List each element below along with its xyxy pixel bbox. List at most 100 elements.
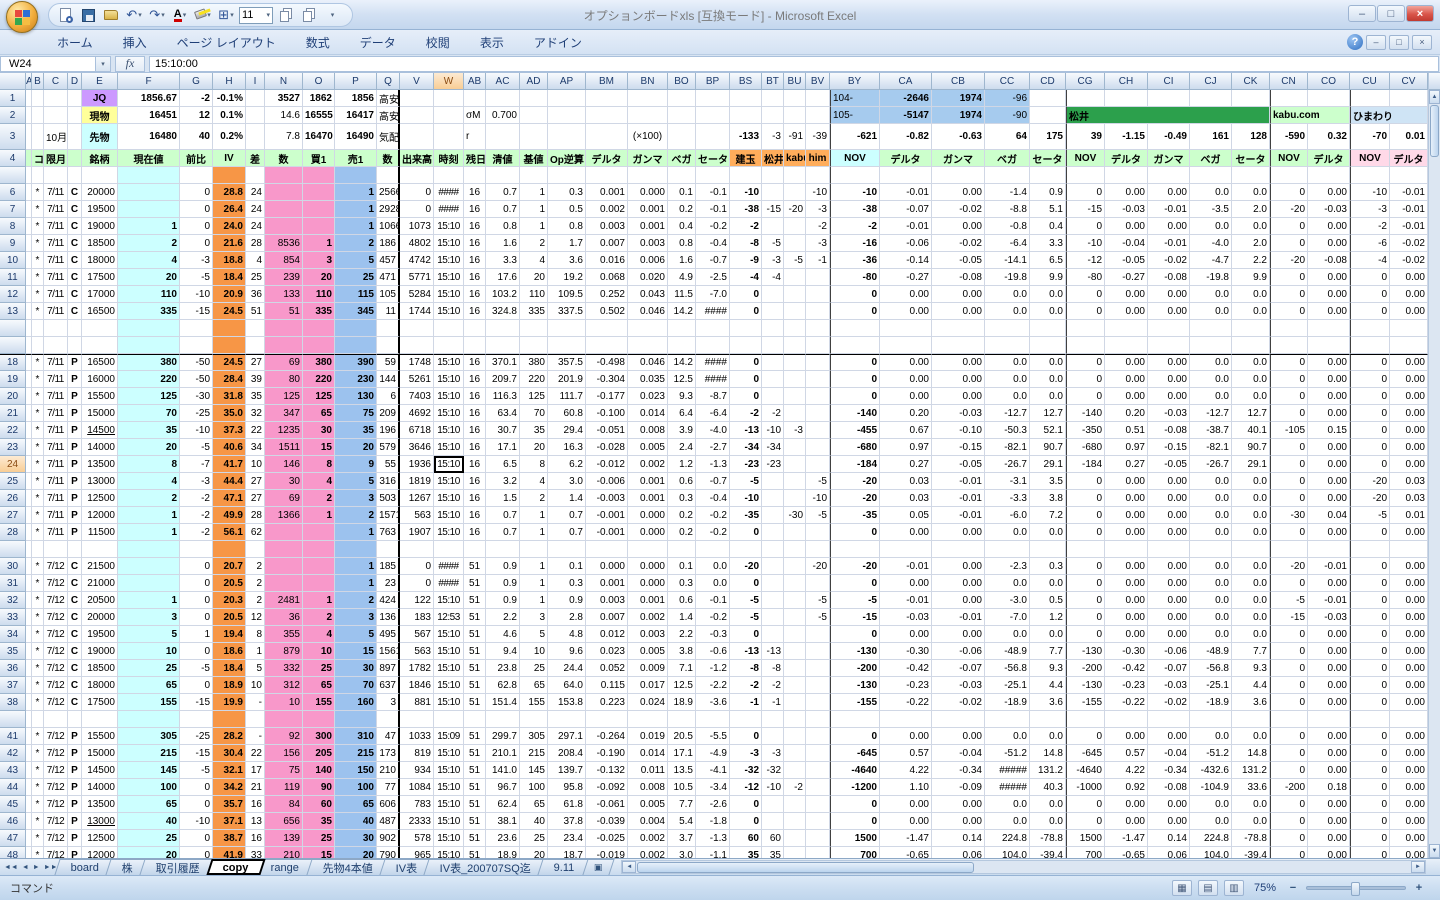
cell[interactable]: 0.006 <box>628 252 668 269</box>
cell[interactable]: 0 <box>1270 762 1308 779</box>
cell[interactable] <box>213 337 246 354</box>
cell[interactable] <box>1148 167 1190 184</box>
cell[interactable] <box>1270 541 1308 558</box>
cell[interactable] <box>486 337 520 354</box>
cell[interactable]: 12 <box>246 609 265 626</box>
cell[interactable]: 25 <box>118 830 180 847</box>
open-icon[interactable] <box>101 5 121 25</box>
cell[interactable]: 29.1 <box>1232 456 1270 473</box>
cell[interactable]: - <box>246 694 265 711</box>
cell[interactable]: 0 <box>1066 575 1105 592</box>
cell[interactable]: 210.1 <box>486 745 520 762</box>
cell[interactable]: -5 <box>784 252 806 269</box>
cell[interactable]: -10 <box>730 490 762 507</box>
cell[interactable]: 0.9 <box>548 592 586 609</box>
cell[interactable] <box>696 124 730 150</box>
cell[interactable]: 6.5 <box>486 456 520 473</box>
cell[interactable] <box>548 711 586 728</box>
cell[interactable]: 0.14 <box>932 830 985 847</box>
cell[interactable]: 103.2 <box>486 286 520 303</box>
cell[interactable]: 0.92 <box>1105 779 1148 796</box>
cell[interactable]: 0.00 <box>1308 235 1350 252</box>
cell[interactable] <box>668 541 696 558</box>
cell[interactable]: -4640 <box>1066 762 1105 779</box>
cell[interactable] <box>548 167 586 184</box>
row-header[interactable]: 12 <box>0 286 26 303</box>
cell[interactable]: -0.025 <box>586 830 628 847</box>
cell[interactable]: -0.27 <box>1105 269 1148 286</box>
column-header[interactable]: BV <box>806 73 830 90</box>
cell[interactable]: 300 <box>303 728 335 745</box>
cell[interactable]: 0.0 <box>1190 184 1232 201</box>
cell[interactable]: 0.00 <box>1308 490 1350 507</box>
cell[interactable]: 0.001 <box>628 592 668 609</box>
cell[interactable]: 16480 <box>118 124 180 150</box>
cell[interactable] <box>32 337 44 354</box>
cell[interactable]: 35 <box>246 388 265 405</box>
cell[interactable]: -25 <box>180 405 213 422</box>
cell[interactable]: 16 <box>464 422 486 439</box>
cell[interactable]: デルタ <box>1308 150 1350 167</box>
cell[interactable]: * <box>32 371 44 388</box>
cell[interactable]: 0.7 <box>548 524 586 541</box>
cell[interactable] <box>32 541 44 558</box>
cell[interactable] <box>806 167 830 184</box>
cell[interactable] <box>246 711 265 728</box>
cell[interactable]: 0.57 <box>1105 745 1148 762</box>
cell[interactable]: 1 <box>180 626 213 643</box>
cell[interactable]: -0.08 <box>932 269 985 286</box>
cell[interactable]: 37.8 <box>548 813 586 830</box>
cell[interactable]: C <box>68 660 82 677</box>
cell[interactable]: -4.1 <box>696 762 730 779</box>
cell[interactable]: 15 <box>335 643 377 660</box>
cell[interactable] <box>1390 90 1428 107</box>
cell[interactable]: 1 <box>335 558 377 575</box>
cell[interactable]: 0.000 <box>628 524 668 541</box>
cell[interactable]: 0.00 <box>1105 813 1148 830</box>
cell[interactable]: 0.00 <box>1105 473 1148 490</box>
cell[interactable]: 0 <box>1066 303 1105 320</box>
cell[interactable]: 4.22 <box>1105 762 1148 779</box>
cell[interactable]: 51 <box>464 830 486 847</box>
cell[interactable] <box>784 107 806 124</box>
cell[interactable]: 5284 <box>400 286 434 303</box>
cell[interactable]: デルタ <box>880 150 932 167</box>
cell[interactable]: 0.00 <box>1308 796 1350 813</box>
zoom-in-button[interactable]: + <box>1412 882 1426 894</box>
cell[interactable]: 51 <box>464 677 486 694</box>
cell[interactable]: 0.014 <box>628 405 668 422</box>
cell[interactable] <box>806 677 830 694</box>
cell[interactable] <box>784 813 806 830</box>
cell[interactable]: 47 <box>377 728 400 745</box>
cell[interactable] <box>586 90 628 107</box>
cell[interactable]: -0.49 <box>1148 124 1190 150</box>
cell[interactable]: 0.00 <box>1390 269 1428 286</box>
cell[interactable]: 70 <box>335 677 377 694</box>
cell[interactable]: 15:10 <box>434 388 464 405</box>
cell[interactable] <box>32 711 44 728</box>
cell[interactable]: 0.3 <box>668 490 696 507</box>
cell[interactable]: -0.7 <box>696 473 730 490</box>
cell[interactable]: 51 <box>464 694 486 711</box>
cell[interactable]: 0.00 <box>1390 388 1428 405</box>
cell[interactable]: 0 <box>830 354 880 371</box>
cell[interactable]: 3.5 <box>1030 473 1066 490</box>
cell[interactable] <box>377 337 400 354</box>
cell[interactable]: 0.0 <box>985 796 1030 813</box>
row-header[interactable]: 1 <box>0 90 26 107</box>
cell[interactable]: 104.0 <box>985 847 1030 858</box>
cell[interactable] <box>880 337 932 354</box>
ribbon-tab-5[interactable]: 校閲 <box>411 30 465 55</box>
cell[interactable] <box>1270 167 1308 184</box>
office-button[interactable] <box>6 1 38 33</box>
cell[interactable]: 8 <box>520 456 548 473</box>
zoom-slider-thumb[interactable] <box>1351 882 1360 896</box>
cell[interactable]: 2.4 <box>668 439 696 456</box>
cell[interactable]: 0.51 <box>1105 422 1148 439</box>
cell[interactable]: -20 <box>1270 252 1308 269</box>
cell[interactable]: 125 <box>265 388 303 405</box>
cell[interactable]: 0 <box>1270 235 1308 252</box>
cell[interactable]: 0.00 <box>880 371 932 388</box>
cell[interactable]: 1782 <box>400 660 434 677</box>
cell[interactable]: -2 <box>180 90 213 107</box>
